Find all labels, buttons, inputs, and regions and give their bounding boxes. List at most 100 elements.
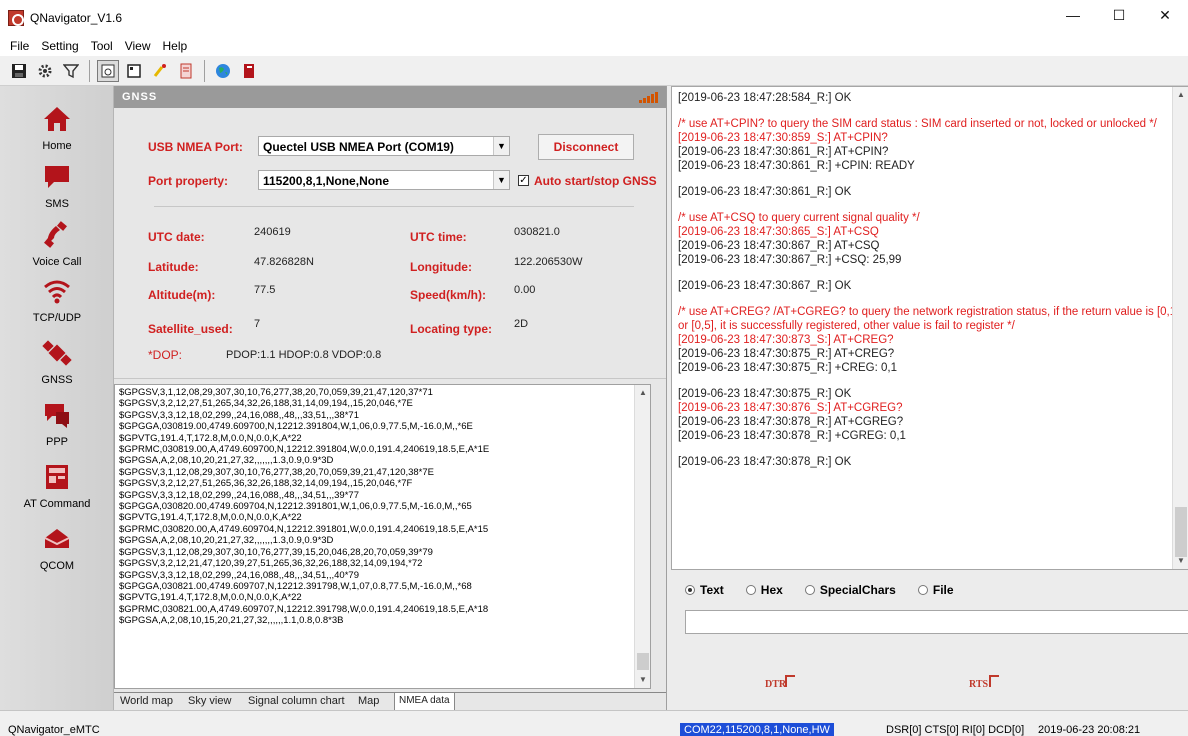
menu-file[interactable]: File — [4, 39, 35, 53]
log-line-command: /* use AT+CSQ to query current signal qu… — [678, 212, 920, 224]
mode-text-radio[interactable]: Text — [685, 583, 724, 597]
globe-icon[interactable] — [212, 60, 234, 82]
filter-icon[interactable] — [60, 60, 82, 82]
scroll-thumb[interactable] — [637, 653, 649, 670]
scroll-down-icon[interactable]: ▼ — [1173, 553, 1188, 569]
mode-label: SpecialChars — [819, 583, 896, 597]
tab-sky-view[interactable]: Sky view — [184, 693, 235, 711]
radio-dot — [917, 585, 928, 595]
nav-item-home[interactable]: Home — [0, 104, 114, 152]
status-bar: QNavigator_eMTC COM22,115200,8,1,None,HW… — [0, 710, 1188, 736]
nmea-scrollbar[interactable]: ▲ ▼ — [634, 385, 650, 688]
scroll-up-icon[interactable]: ▲ — [635, 385, 650, 401]
tab-map[interactable]: Map — [354, 693, 383, 711]
nav-item-sms[interactable]: SMS — [0, 162, 114, 210]
mode-label: File — [932, 583, 954, 597]
gnss-title: GNSS — [122, 91, 158, 103]
minimize-button[interactable]: — — [1050, 0, 1096, 30]
disconnect-button[interactable]: Disconnect — [538, 134, 634, 160]
nav-item-ppp[interactable]: PPP — [0, 400, 114, 448]
rts-toggle[interactable] — [989, 675, 999, 687]
log-line: [2019-06-23 18:47:30:867_R:] +CSQ: 25,99 — [678, 254, 902, 266]
toolbar — [0, 56, 1188, 86]
nav-item-at-command[interactable]: AT Command — [0, 462, 114, 510]
utc-time-value: 030821.0 — [514, 226, 560, 238]
nmea-line: $GPVTG,191.4,T,172.8,M,0.0,N,0.0,K,A*22 — [119, 592, 302, 604]
status-time: 2019-06-23 20:08:21 — [1038, 724, 1141, 736]
log-spacer — [672, 105, 1188, 117]
log-line: [2019-06-23 18:47:30:875_R:] AT+CREG? — [678, 348, 895, 360]
nav-item-qcom[interactable]: QCOM — [0, 524, 114, 572]
usb-port-select[interactable]: Quectel USB NMEA Port (COM19) ▼ — [258, 136, 510, 156]
nav-item-tcp-udp[interactable]: TCP/UDP — [0, 276, 114, 324]
log-spacer — [672, 375, 1188, 387]
radio-dot — [685, 585, 695, 595]
nmea-line: $GPGGA,030821.00,4749.609707,N,12212.391… — [119, 580, 472, 592]
tab-nmea-data[interactable]: NMEA data — [394, 693, 455, 711]
view-icon[interactable] — [97, 59, 119, 82]
longitude-label: Longitude: — [410, 260, 472, 274]
signal-strength-icon — [639, 92, 658, 103]
menu-tool[interactable]: Tool — [85, 39, 119, 53]
nav-item-voice-call[interactable]: Voice Call — [0, 220, 114, 268]
log-line: [2019-06-23 18:47:30:861_R:] OK — [678, 186, 852, 198]
scroll-down-icon[interactable]: ▼ — [635, 672, 650, 688]
mode-hex-radio[interactable]: Hex — [745, 583, 783, 597]
auto-start-checkbox[interactable]: ✓ — [518, 175, 529, 186]
menu-setting[interactable]: Setting — [35, 39, 84, 53]
nmea-data-list[interactable]: $GPGSV,3,1,12,08,29,307,30,10,76,277,38,… — [114, 384, 651, 689]
menu-bar: File Setting Tool View Help — [0, 36, 1188, 56]
log-scrollbar[interactable]: ▲ ▼ — [1172, 87, 1188, 569]
usb-port-label: USB NMEA Port: — [148, 140, 243, 154]
wifi-icon — [42, 276, 72, 306]
log-line: [2019-06-23 18:47:28:584_R:] OK — [678, 92, 852, 104]
calendar-icon[interactable] — [123, 60, 145, 82]
mode-specialchars-radio[interactable]: SpecialChars — [804, 583, 896, 597]
home-icon — [42, 104, 72, 134]
command-log[interactable]: [2019-06-23 18:47:28:584_R:] OK /* use AT… — [671, 86, 1188, 570]
close-button[interactable]: ✕ — [1142, 0, 1188, 30]
qcom-icon — [42, 524, 72, 554]
radio-dot — [804, 585, 815, 595]
left-nav: Home SMS Voice Call TCP/UDP GNSS PPP AT … — [0, 86, 114, 710]
doc-icon[interactable] — [175, 60, 197, 82]
divider — [154, 206, 634, 207]
log-line: [2019-06-23 18:47:30:867_R:] AT+CSQ — [678, 240, 880, 252]
dtr-toggle[interactable] — [785, 675, 795, 687]
tab-signal-column-chart[interactable]: Signal column chart — [244, 693, 349, 711]
utc-time-label: UTC time: — [410, 230, 467, 244]
nmea-line: $GPGSA,A,2,08,10,20,21,27,32,,,,,,,1.3,0… — [119, 535, 334, 547]
log-line-command: [2019-06-23 18:47:30:873_S:] AT+CREG? — [678, 334, 894, 346]
tab-world-map[interactable]: World map — [116, 693, 177, 711]
at-command-panel: [2019-06-23 18:47:28:584_R:] OK /* use AT… — [666, 86, 1188, 710]
nmea-line: $GPRMC,030820.00,A,4749.609704,N,12212.3… — [119, 523, 489, 535]
scroll-thumb[interactable] — [1175, 507, 1187, 557]
book-icon[interactable] — [238, 60, 260, 82]
maximize-button[interactable]: ☐ — [1096, 0, 1142, 30]
title-bar: QNavigator_V1.6 — ☐ ✕ — [0, 0, 1188, 36]
mode-file-radio[interactable]: File — [917, 583, 954, 597]
dop-value: PDOP:1.1 HDOP:0.8 VDOP:0.8 — [226, 349, 382, 361]
log-line: [2019-06-23 18:47:30:875_R:] OK — [678, 388, 852, 400]
menu-view[interactable]: View — [119, 39, 157, 53]
nav-label: QCOM — [39, 560, 75, 572]
settings-icon[interactable] — [34, 60, 56, 82]
usb-port-value: Quectel USB NMEA Port (COM19) — [263, 140, 454, 154]
port-property-label: Port property: — [148, 174, 229, 188]
brush-icon[interactable] — [149, 60, 171, 82]
nav-item-gnss[interactable]: GNSS — [0, 338, 114, 386]
log-line: [2019-06-23 18:47:30:861_R:] AT+CPIN? — [678, 146, 889, 158]
terminal-icon — [42, 462, 72, 492]
menu-help[interactable]: Help — [157, 39, 194, 53]
command-input[interactable] — [685, 610, 1188, 634]
log-line: [2019-06-23 18:47:30:878_R:] OK — [678, 456, 852, 468]
nmea-line: $GPGSV,3,2,12,27,51,265,36,32,26,188,32,… — [119, 478, 413, 490]
longitude-value: 122.206530W — [514, 256, 583, 268]
scroll-up-icon[interactable]: ▲ — [1173, 87, 1188, 103]
port-property-select[interactable]: 115200,8,1,None,None ▼ — [258, 170, 510, 190]
save-icon[interactable] — [8, 60, 30, 82]
log-spacer — [672, 173, 1188, 185]
dtr-label: DTR — [765, 679, 787, 690]
locating-type-value: 2D — [514, 318, 529, 330]
locating-type-label: Locating type: — [410, 322, 493, 336]
